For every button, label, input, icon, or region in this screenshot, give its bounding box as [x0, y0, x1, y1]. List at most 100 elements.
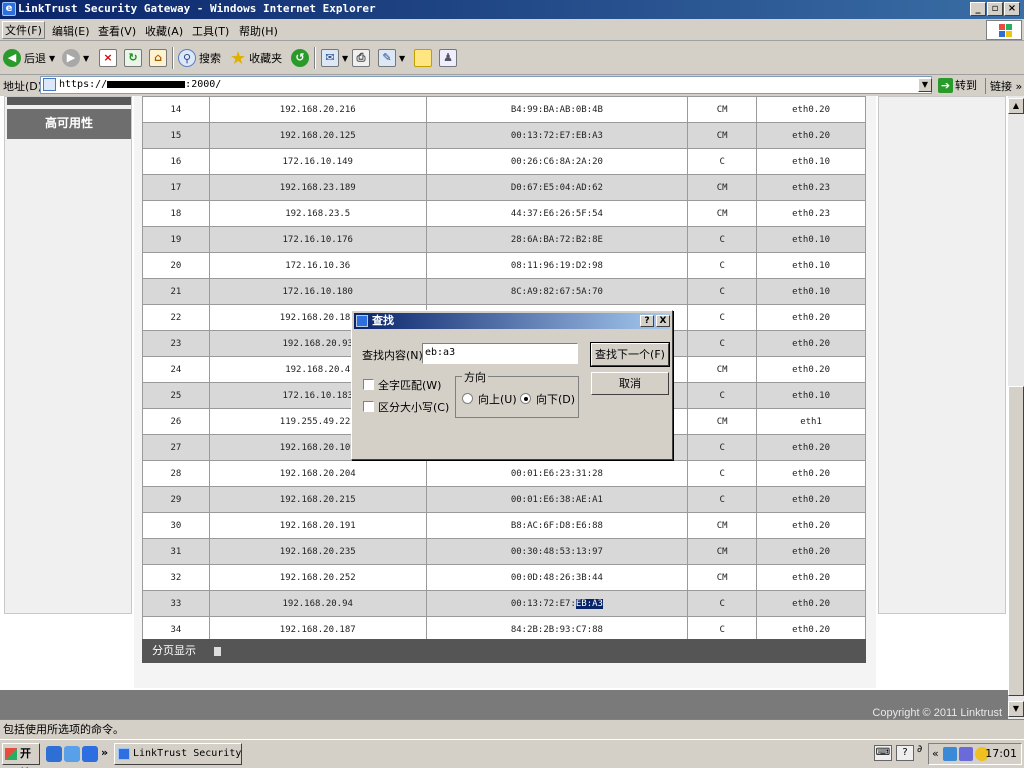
cell-index-text: 18: [170, 208, 182, 219]
cell-ip-text: 192.168.20.94: [282, 598, 353, 609]
history-button[interactable]: ↺: [291, 47, 309, 69]
cell-index-text: 29: [170, 494, 182, 505]
cell-interface: eth0.20: [756, 512, 866, 539]
cell-index-text: 25: [170, 390, 182, 401]
cancel-button[interactable]: 取消: [591, 372, 669, 395]
whole-word-checkbox[interactable]: [363, 379, 374, 390]
cell-mac-text: 44:37:E6:26:5F:54: [510, 208, 603, 219]
minimize-button[interactable]: _: [970, 2, 986, 16]
cell-ip-text: 119.255.49.225: [279, 416, 356, 427]
edit-button[interactable]: ✎ ▼: [378, 47, 405, 69]
messenger-button[interactable]: ♟: [439, 47, 457, 69]
cell-type: CM: [687, 122, 758, 149]
pager-label[interactable]: 分页显示: [152, 644, 196, 657]
direction-down-label: 向下(D): [536, 393, 576, 406]
direction-legend: 方向: [462, 369, 488, 385]
table-row: 14 192.168.20.216 B4:99:BA:AB:0B:4B CM eth0.…: [142, 96, 866, 123]
stop-button[interactable]: ×: [99, 47, 117, 69]
address-input[interactable]: https://:2000/: [40, 76, 932, 94]
ie-task-icon: [118, 748, 130, 760]
cell-index-text: 15: [170, 130, 182, 141]
find-dialog-title: 查找: [372, 314, 394, 327]
vertical-scrollbar[interactable]: ▲ ▼: [1008, 96, 1024, 719]
menu-help[interactable]: 帮助(H): [239, 23, 278, 39]
volume-tray-icon[interactable]: [959, 747, 973, 761]
cell-index-text: 17: [170, 182, 182, 193]
table-row: 29 192.168.20.215 00:01:E6:38:AE:A1 Ceth0.2…: [142, 486, 866, 513]
cell-ip: 192.168.20.215: [208, 486, 427, 513]
pager-dropdown-icon[interactable]: [213, 646, 221, 656]
cell-type: CM: [687, 538, 758, 565]
address-dropdown-button[interactable]: ▼: [918, 78, 932, 92]
start-button[interactable]: 开始: [2, 743, 40, 768]
home-button[interactable]: ⌂: [149, 47, 167, 69]
cell-type: CM: [687, 96, 758, 123]
quicklaunch-desktop-icon[interactable]: [46, 746, 62, 762]
direction-down-radio[interactable]: [520, 393, 531, 404]
cell-interface-text: eth0.10: [792, 156, 831, 167]
quicklaunch-explorer-icon[interactable]: [64, 746, 80, 762]
cell-ip: 192.168.20.125: [208, 122, 427, 149]
help-tray-icon[interactable]: ?: [896, 745, 914, 761]
find-next-button[interactable]: 查找下一个(F): [590, 342, 670, 367]
cell-mac-text: 00:13:72:E7:: [510, 598, 576, 609]
network-tray-icon[interactable]: [943, 747, 957, 761]
cell-interface-text: eth0.10: [792, 286, 831, 297]
search-highlight: EB:A3: [575, 598, 603, 609]
cell-interface: eth0.20: [756, 96, 866, 123]
links-button[interactable]: 链接 »: [985, 78, 1022, 94]
dialog-close-button[interactable]: X: [656, 315, 670, 327]
menu-file[interactable]: 文件(F): [2, 21, 45, 39]
go-arrow-icon: ➔: [938, 77, 953, 93]
table-row: 20 172.16.10.36 08:11:96:19:D2:98 Ceth0.10: [142, 252, 866, 279]
note-button[interactable]: [414, 47, 432, 69]
menu-tools[interactable]: 工具(T): [192, 23, 229, 39]
cell-type: C: [687, 148, 758, 175]
keyboard-icon[interactable]: ⌨: [874, 745, 892, 761]
cell-index: 33: [142, 590, 210, 617]
cell-interface: eth0.20: [756, 460, 866, 487]
language-icon[interactable]: ∂: [917, 744, 922, 755]
menu-favorites[interactable]: 收藏(A): [145, 23, 183, 39]
favorites-button[interactable]: ★ 收藏夹: [230, 47, 282, 69]
scroll-down-button[interactable]: ▼: [1008, 701, 1024, 717]
cell-mac: 8C:A9:82:67:5A:70: [425, 278, 689, 305]
forward-button[interactable]: ▶ ▼: [62, 47, 89, 69]
cell-index-text: 34: [170, 624, 182, 635]
search-button[interactable]: ⚲ 搜索: [178, 47, 221, 69]
footer-bar: [0, 690, 1008, 719]
cell-type-text: CM: [716, 208, 728, 219]
cell-index-text: 28: [170, 468, 182, 479]
mail-icon: ✉: [321, 49, 339, 67]
refresh-button[interactable]: ↻: [124, 47, 142, 69]
back-button[interactable]: ◀ 后退 ▼: [3, 47, 55, 69]
tray-expand-icon[interactable]: «: [932, 744, 939, 764]
cell-mac: 08:11:96:19:D2:98: [425, 252, 689, 279]
restore-button[interactable]: ▫: [987, 2, 1003, 16]
right-panel: [878, 96, 1006, 614]
mail-button[interactable]: ✉ ▼: [321, 47, 348, 69]
go-button[interactable]: ➔ 转到: [938, 77, 977, 93]
task-label: LinkTrust Security ...: [133, 748, 242, 759]
print-button[interactable]: ⎙: [352, 47, 370, 69]
dialog-help-button[interactable]: ?: [640, 315, 654, 327]
taskbar-item-ie[interactable]: LinkTrust Security ...: [114, 743, 242, 765]
menu-view[interactable]: 查看(V): [98, 23, 136, 39]
cell-index-text: 20: [170, 260, 182, 271]
close-window-button[interactable]: ×: [1004, 2, 1020, 16]
quicklaunch-chevron-icon[interactable]: »: [101, 746, 108, 759]
menu-edit[interactable]: 编辑(E): [52, 23, 90, 39]
quicklaunch-ie-icon[interactable]: [82, 746, 98, 762]
direction-up-radio[interactable]: [462, 393, 473, 404]
window-title: LinkTrust Security Gateway - Windows Int…: [18, 2, 376, 15]
cell-index: 16: [142, 148, 210, 175]
cell-index: 27: [142, 434, 210, 461]
search-label: 搜索: [199, 52, 221, 65]
scroll-up-button[interactable]: ▲: [1008, 98, 1024, 114]
scroll-thumb[interactable]: [1008, 386, 1024, 696]
match-case-checkbox[interactable]: [363, 401, 374, 412]
cell-index-text: 24: [170, 364, 182, 375]
find-what-input[interactable]: eb:a3: [422, 343, 578, 364]
cell-interface: eth0.20: [756, 330, 866, 357]
sidebar-item-ha[interactable]: 高可用性: [7, 109, 131, 139]
